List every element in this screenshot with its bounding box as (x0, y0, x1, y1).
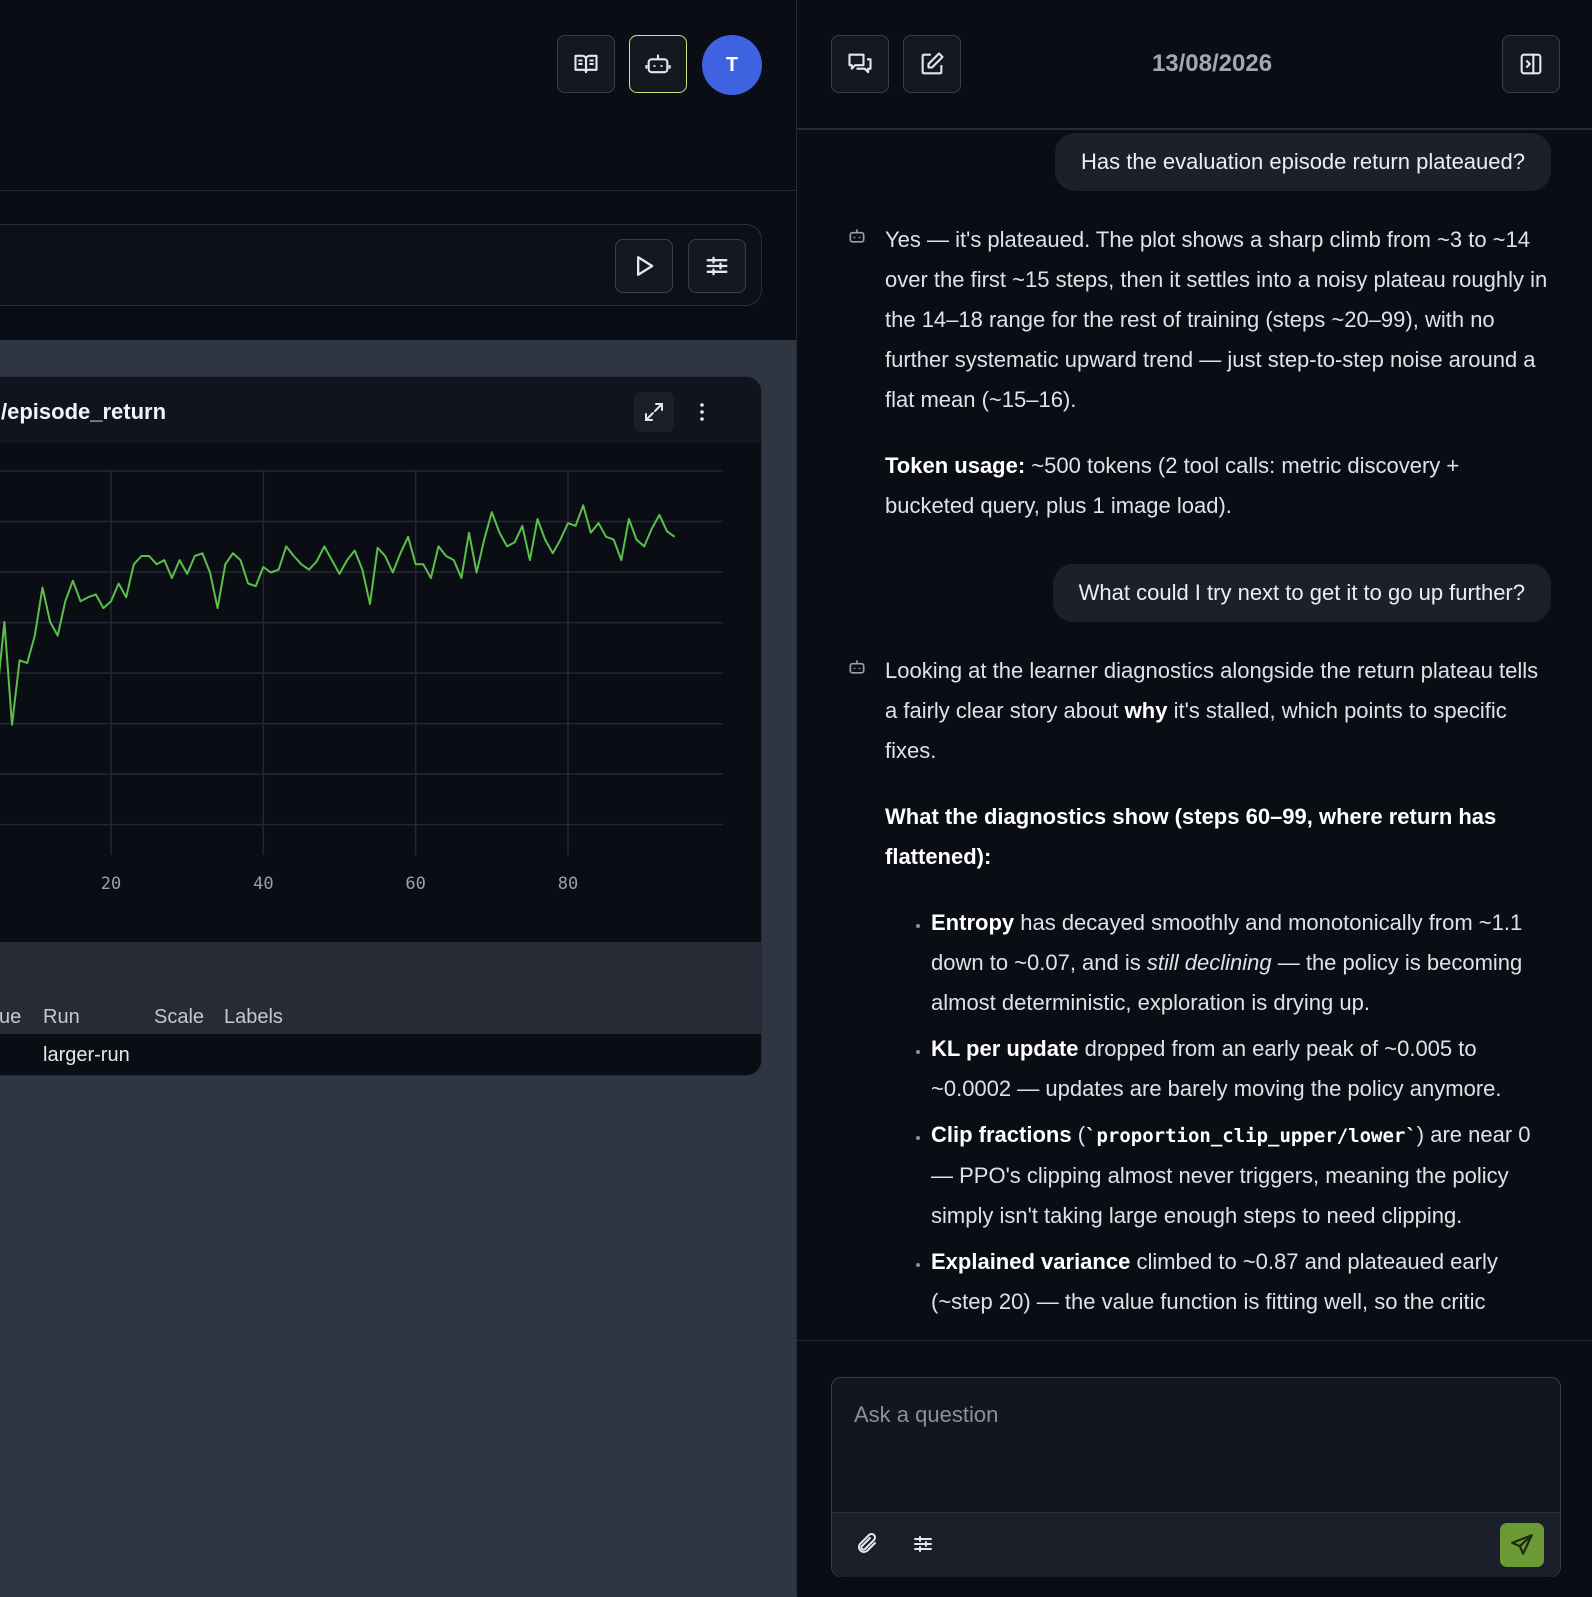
robot-icon (849, 229, 865, 243)
tools-button[interactable] (902, 1523, 944, 1565)
composer-actions (832, 1512, 1560, 1577)
paperclip-icon (858, 1532, 877, 1553)
legend-row[interactable]: larger-run (0, 1034, 761, 1075)
expand-chart-button[interactable] (634, 392, 674, 432)
sliders-icon (914, 1536, 932, 1552)
message-paragraph: Yes — it's plateaued. The plot shows a s… (885, 227, 1548, 412)
message-paragraph: Looking at the learner diagnostics along… (885, 651, 1551, 771)
vertical-dots-icon (700, 403, 704, 421)
list-item: Explained variance climbed to ~0.87 and … (931, 1242, 1551, 1322)
dashboard-pane: T /episode_return 20 40 60 80 ue Run Sca… (0, 0, 796, 1596)
token-usage: Token usage: ~500 tokens (2 tool calls: … (885, 446, 1551, 526)
play-icon (637, 256, 654, 276)
assistant-message: Looking at the learner diagnostics along… (885, 651, 1551, 1328)
user-message: Has the evaluation episode return platea… (1055, 133, 1551, 191)
header-divider (0, 190, 796, 191)
message-heading: What the diagnostics show (steps 60–99, … (885, 797, 1551, 877)
legend-run-name: larger-run (43, 1044, 130, 1066)
send-icon (1511, 1534, 1533, 1555)
expand-icon (645, 403, 663, 421)
diagnostics-list: Entropy has decayed smoothly and monoton… (885, 903, 1551, 1322)
user-avatar[interactable]: T (702, 35, 762, 95)
series-line-larger-run (0, 504, 676, 726)
item-term: Clip fractions (931, 1122, 1072, 1147)
chart-title: /episode_return (1, 399, 167, 424)
x-tick-label: 40 (253, 874, 273, 894)
robot-icon (849, 660, 865, 674)
chat-date: 13/08/2026 (1151, 50, 1273, 77)
chat-history-icon (848, 53, 872, 74)
chat-messages: Has the evaluation episode return platea… (797, 130, 1592, 1340)
docs-button[interactable] (557, 35, 615, 93)
send-button[interactable] (1500, 1523, 1544, 1567)
item-term: KL per update (931, 1036, 1079, 1061)
legend-col-labels[interactable]: Labels (224, 1006, 283, 1029)
book-open-icon (574, 54, 598, 74)
list-item: Clip fractions (`proportion_clip_upper/l… (931, 1115, 1551, 1236)
new-chat-button[interactable] (903, 35, 961, 93)
text-run: ( (1071, 1122, 1086, 1147)
x-tick-label: 80 (558, 874, 578, 894)
legend-header-row: ue Run Scale Labels (0, 998, 761, 1035)
list-item: KL per update dropped from an early peak… (931, 1029, 1551, 1109)
x-tick-label: 60 (405, 874, 425, 894)
list-item: Entropy has decayed smoothly and monoton… (931, 903, 1551, 1023)
chart-header: /episode_return (0, 377, 761, 443)
query-settings-button[interactable] (688, 239, 746, 293)
item-term: Explained variance (931, 1249, 1131, 1274)
assistant-button[interactable] (629, 35, 687, 93)
attach-button[interactable] (846, 1523, 888, 1565)
edit-icon (921, 52, 944, 75)
chat-history-button[interactable] (831, 35, 889, 93)
line-chart: 20 40 60 80 (0, 470, 723, 894)
legend-col-value[interactable]: ue (0, 1006, 21, 1029)
user-message: What could I try next to get it to go up… (1052, 564, 1551, 622)
emphasis: why (1124, 698, 1168, 723)
inline-code: `proportion_clip_upper/lower` (1085, 1125, 1417, 1147)
assistant-panel: 13/08/2026 Has the evaluation episode re… (796, 0, 1592, 1597)
sliders-icon (706, 256, 728, 276)
legend-col-scale[interactable]: Scale (154, 1006, 204, 1029)
robot-icon (645, 54, 671, 74)
run-query-button[interactable] (615, 239, 673, 293)
emphasis: still declining (1146, 950, 1272, 975)
panel-collapse-icon (1520, 53, 1542, 75)
legend-col-run[interactable]: Run (43, 1006, 80, 1029)
composer (797, 1340, 1592, 1597)
token-usage-label: Token usage: (885, 453, 1026, 478)
chart-menu-button[interactable] (682, 392, 722, 432)
question-input[interactable] (852, 1394, 1536, 1436)
heading-text: What the diagnostics show (steps 60–99, … (885, 804, 1497, 869)
composer-box (831, 1377, 1561, 1577)
assistant-message: Yes — it's plateaued. The plot shows a s… (885, 220, 1551, 552)
chart-card: /episode_return 20 40 60 80 ue Run Scale (0, 376, 762, 1076)
x-tick-label: 20 (101, 874, 121, 894)
collapse-panel-button[interactable] (1502, 35, 1560, 93)
item-term: Entropy (931, 910, 1015, 935)
legend-table: ue Run Scale Labels larger-run (0, 942, 761, 1075)
